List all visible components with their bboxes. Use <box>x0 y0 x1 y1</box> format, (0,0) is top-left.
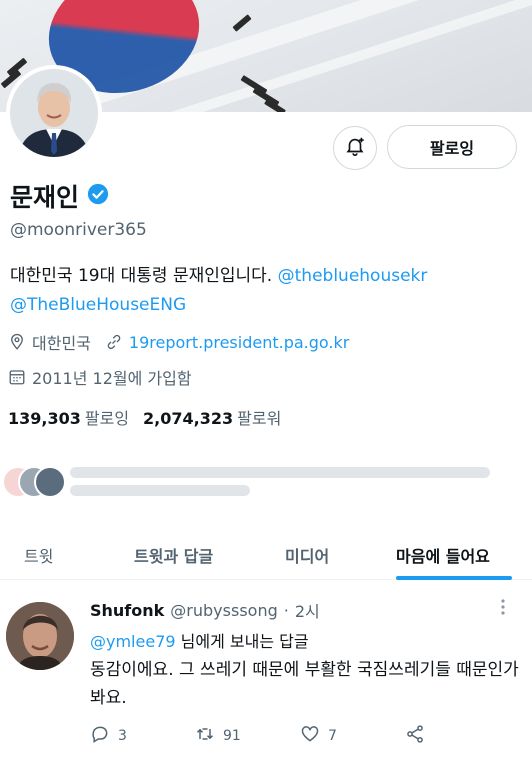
avatar-photo <box>10 69 98 157</box>
tweet-author-avatar[interactable] <box>6 602 74 670</box>
retweet-icon <box>195 724 215 748</box>
profile-tabs: 트윗 트윗과 답글 미디어 마음에 들어요 <box>0 530 532 580</box>
share-icon <box>405 724 425 748</box>
tab-tweets[interactable]: 트윗 <box>24 530 53 580</box>
profile-joined-row: 2011년 12월에 가입함 <box>8 365 192 389</box>
following-button[interactable]: 팔로잉 <box>387 125 517 169</box>
followed-by-row[interactable] <box>2 460 532 504</box>
bell-add-icon <box>344 135 366 161</box>
like-count: 7 <box>328 728 337 744</box>
mention-link[interactable]: @thebluehousekr <box>278 266 428 286</box>
following-label: 팔로잉 <box>84 409 130 428</box>
active-tab-indicator <box>396 576 512 580</box>
followers-label: 팔로워 <box>237 409 282 428</box>
trigram-mark <box>232 14 252 32</box>
tweet-header: Shufonk @rubysssong · 2시 <box>90 598 320 622</box>
profile-handle: @moonriver365 <box>10 220 147 240</box>
heart-icon <box>300 724 320 748</box>
tweet-separator: · <box>283 600 289 620</box>
reply-icon <box>90 724 110 748</box>
reply-count: 3 <box>118 728 127 744</box>
tweet-item[interactable]: Shufonk @rubysssong · 2시 @ymlee79 님에게 보내… <box>0 590 532 757</box>
bio-text: 대한민국 19대 대통령 문재인입니다. <box>10 266 278 286</box>
like-button[interactable]: 7 <box>300 724 405 748</box>
profile-name-row: 문재인 <box>10 178 109 214</box>
profile-name: 문재인 <box>10 183 80 212</box>
profile-location: 대한민국 <box>32 334 91 353</box>
notification-bell-button[interactable] <box>333 126 377 170</box>
reply-button[interactable]: 3 <box>90 724 195 748</box>
reply-mention-link[interactable]: @ymlee79 <box>90 632 176 651</box>
followers-count: 2,074,323 <box>143 409 234 428</box>
following-count: 139,303 <box>8 409 81 428</box>
verified-badge-icon <box>87 183 109 209</box>
tweet-actions: 3 91 7 <box>90 724 510 748</box>
tweet-author-handle[interactable]: @rubysssong <box>170 601 277 620</box>
share-button[interactable] <box>405 724 510 748</box>
profile-joined-date: 2011년 12월에 가입함 <box>32 369 192 388</box>
tab-tweets-and-replies[interactable]: 트윗과 답글 <box>134 530 213 580</box>
reply-context: @ymlee79 님에게 보내는 답글 <box>90 628 309 652</box>
retweet-button[interactable]: 91 <box>195 724 300 748</box>
calendar-icon <box>8 368 26 386</box>
following-stat[interactable]: 139,303 팔로잉 <box>8 405 129 429</box>
mention-link[interactable]: @TheBlueHouseENG <box>10 295 186 315</box>
reply-suffix: 님에게 보내는 답글 <box>175 632 309 651</box>
tweet-author-name[interactable]: Shufonk <box>90 601 164 620</box>
link-icon <box>105 333 123 351</box>
tab-likes[interactable]: 마음에 들어요 <box>396 530 490 580</box>
profile-bio: 대한민국 19대 대통령 문재인입니다. @thebluehousekr @Th… <box>10 262 525 320</box>
blurred-followers-text <box>70 460 500 504</box>
tweet-text: 동감이에요. 그 쓰레기 때문에 부활한 국짐쓰레기들 때문인가봐요. <box>90 660 519 708</box>
profile-website-link[interactable]: 19report.president.pa.go.kr <box>129 333 349 352</box>
tab-media[interactable]: 미디어 <box>285 530 329 580</box>
profile-stats: 139,303 팔로잉 2,074,323 팔로워 <box>8 405 281 429</box>
follower-avatar <box>34 466 66 498</box>
profile-meta-row: 대한민국 19report.president.pa.go.kr <box>8 330 349 354</box>
more-options-icon[interactable] <box>500 598 506 620</box>
retweet-count: 91 <box>223 728 241 744</box>
followers-stat[interactable]: 2,074,323 팔로워 <box>143 405 281 429</box>
profile-avatar[interactable] <box>6 65 102 161</box>
tweet-time[interactable]: 2시 <box>295 598 320 622</box>
location-pin-icon <box>8 333 26 351</box>
